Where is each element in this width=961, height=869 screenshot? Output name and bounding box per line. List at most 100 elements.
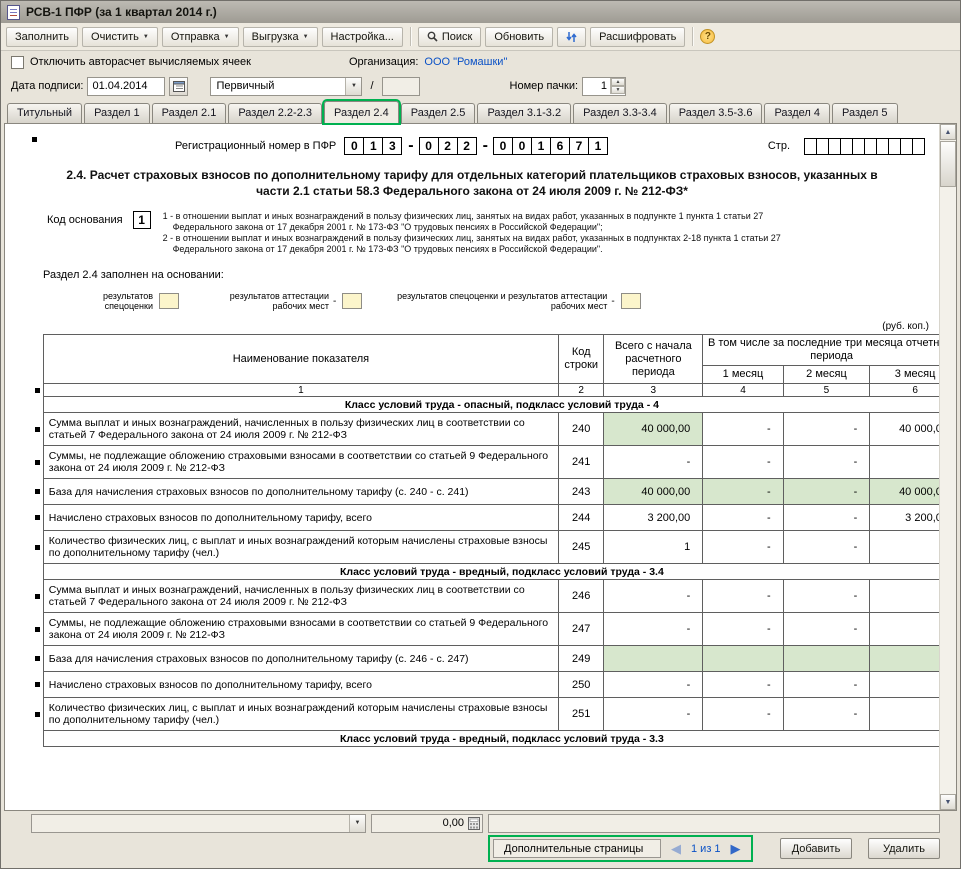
reg-digit-cell[interactable]: 6 (550, 137, 570, 155)
spin-down-button[interactable]: ▼ (611, 86, 625, 94)
value-cell[interactable]: - (783, 413, 870, 446)
value-cell[interactable]: - (703, 413, 783, 446)
value-cell[interactable]: - (870, 672, 939, 698)
exchange-button[interactable] (557, 27, 586, 47)
tab-титульный[interactable]: Титульный (7, 103, 82, 123)
value-cell[interactable]: 1 (870, 531, 939, 564)
organization-link[interactable]: ООО "Ромашки" (424, 56, 507, 68)
scroll-thumb[interactable] (940, 141, 956, 187)
value-cell[interactable]: - (783, 580, 870, 613)
calendar-button[interactable] (169, 77, 188, 96)
date-input[interactable] (87, 77, 165, 96)
value-cell[interactable]: - (703, 580, 783, 613)
value-cell[interactable]: - (703, 531, 783, 564)
previous-page-button[interactable]: ◀ (671, 842, 681, 855)
value-cell[interactable] (604, 646, 703, 672)
value-cell[interactable]: - (783, 698, 870, 731)
value-cell[interactable]: - (783, 613, 870, 646)
footer-amount-field[interactable]: 0,00 (371, 814, 483, 833)
basis-option-checkbox[interactable] (159, 293, 179, 309)
scroll-up-button[interactable]: ▲ (940, 124, 956, 140)
reg-digit-cell[interactable]: 2 (457, 137, 477, 155)
value-cell[interactable] (703, 646, 783, 672)
value-cell[interactable]: - (604, 672, 703, 698)
value-cell[interactable]: - (783, 446, 870, 479)
fill-button[interactable]: Заполнить (6, 27, 78, 47)
value-cell[interactable]: - (703, 613, 783, 646)
tab-раздел-5[interactable]: Раздел 5 (832, 103, 898, 123)
value-cell[interactable]: - (703, 698, 783, 731)
reg-digit-cell[interactable]: 1 (363, 137, 383, 155)
tab-раздел-3-1-3-2[interactable]: Раздел 3.1-3.2 (477, 103, 571, 123)
scroll-down-button[interactable]: ▼ (940, 794, 956, 810)
next-page-button[interactable]: ▶ (731, 842, 741, 855)
tab-раздел-1[interactable]: Раздел 1 (84, 103, 150, 123)
footer-combo[interactable]: ▼ (31, 814, 366, 833)
reg-digit-cell[interactable]: 0 (512, 137, 532, 155)
tab-раздел-2-2-2-3[interactable]: Раздел 2.2-2.3 (228, 103, 322, 123)
reg-digit-cell[interactable]: 0 (344, 137, 364, 155)
dropdown-button[interactable]: ▼ (345, 78, 361, 95)
value-cell[interactable] (783, 646, 870, 672)
value-cell[interactable]: - (703, 479, 783, 505)
value-cell[interactable]: - (604, 580, 703, 613)
title-bar[interactable]: РСВ-1 ПФР (за 1 квартал 2014 г.) (1, 1, 960, 23)
value-cell[interactable]: - (604, 698, 703, 731)
value-cell[interactable]: - (870, 698, 939, 731)
value-cell[interactable]: - (703, 505, 783, 531)
add-page-button[interactable]: Добавить (780, 838, 852, 859)
spin-up-button[interactable]: ▲ (611, 78, 625, 86)
clear-button[interactable]: Очистить▼ (82, 27, 158, 47)
value-cell[interactable]: - (604, 446, 703, 479)
delete-page-button[interactable]: Удалить (868, 838, 940, 859)
reg-digit-cell[interactable]: 1 (531, 137, 551, 155)
tab-раздел-3-5-3-6[interactable]: Раздел 3.5-3.6 (669, 103, 763, 123)
value-cell[interactable]: 1 (604, 531, 703, 564)
basis-option-checkbox[interactable] (342, 293, 362, 309)
reg-digit-cell[interactable]: 3 (382, 137, 402, 155)
tab-раздел-4[interactable]: Раздел 4 (764, 103, 830, 123)
export-button[interactable]: Выгрузка▼ (243, 27, 318, 47)
value-cell[interactable]: 40 000,00 (604, 479, 703, 505)
tab-раздел-2-5[interactable]: Раздел 2.5 (401, 103, 476, 123)
tab-раздел-2-1[interactable]: Раздел 2.1 (152, 103, 227, 123)
reg-digit-cell[interactable]: 1 (588, 137, 608, 155)
tab-раздел-3-3-3-4[interactable]: Раздел 3.3-3.4 (573, 103, 667, 123)
send-button[interactable]: Отправка▼ (162, 27, 239, 47)
basis-code-cell[interactable]: 1 (133, 211, 151, 229)
reg-digit-cell[interactable]: 7 (569, 137, 589, 155)
calculator-icon[interactable] (468, 817, 480, 830)
reg-digit-cell[interactable]: 0 (419, 137, 439, 155)
vertical-scrollbar[interactable]: ▲ ▼ (939, 124, 956, 810)
value-cell[interactable]: - (703, 672, 783, 698)
reg-digit-cell[interactable]: 0 (493, 137, 513, 155)
value-cell[interactable]: - (604, 613, 703, 646)
value-cell[interactable] (870, 646, 939, 672)
value-cell[interactable]: - (783, 479, 870, 505)
value-cell[interactable]: 3 200,00 (604, 505, 703, 531)
refresh-button[interactable]: Обновить (485, 27, 553, 47)
dropdown-button[interactable]: ▼ (349, 815, 365, 832)
basis-option-checkbox[interactable] (621, 293, 641, 309)
reg-digit-cell[interactable]: 2 (438, 137, 458, 155)
report-kind-select[interactable]: Первичный ▼ (210, 77, 362, 96)
value-cell[interactable]: - (783, 672, 870, 698)
help-icon[interactable]: ? (700, 29, 715, 44)
settings-button[interactable]: Настройка... (322, 27, 403, 47)
search-button[interactable]: Поиск (418, 27, 481, 47)
correction-number-field[interactable] (382, 77, 420, 96)
value-cell[interactable]: 40 000,00 (604, 413, 703, 446)
footer-comment-field[interactable] (488, 814, 940, 833)
value-cell[interactable]: - (870, 580, 939, 613)
value-cell[interactable]: - (703, 446, 783, 479)
value-cell[interactable]: - (783, 531, 870, 564)
value-cell[interactable]: - (870, 613, 939, 646)
batch-number-input[interactable]: 1 ▲ ▼ (582, 77, 626, 96)
autocalc-checkbox[interactable] (11, 56, 24, 69)
tab-раздел-2-4[interactable]: Раздел 2.4 (324, 101, 399, 123)
value-cell[interactable]: - (783, 505, 870, 531)
value-cell[interactable]: 40 000,00 (870, 479, 939, 505)
decrypt-button[interactable]: Расшифровать (590, 27, 685, 47)
value-cell[interactable]: - (870, 446, 939, 479)
value-cell[interactable]: 3 200,00 (870, 505, 939, 531)
